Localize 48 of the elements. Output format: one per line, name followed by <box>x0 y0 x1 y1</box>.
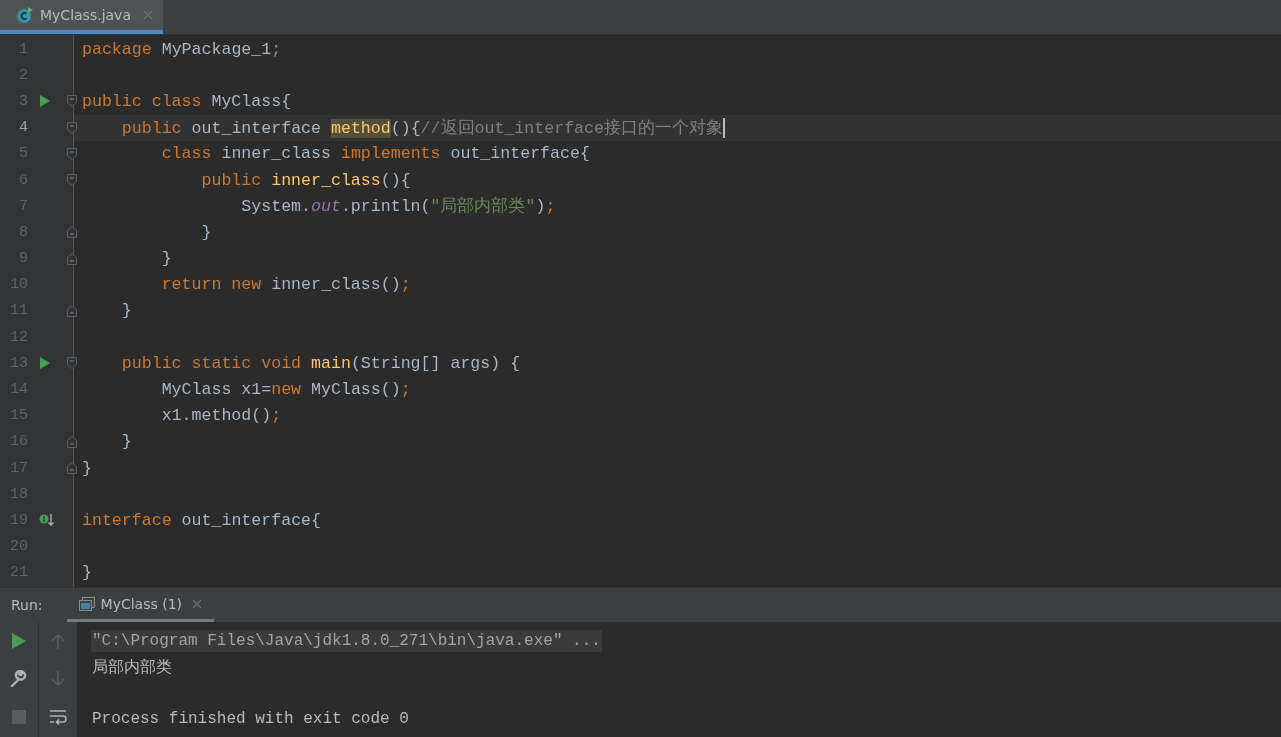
code-line: MyClass x1=new MyClass(); <box>160 380 411 400</box>
run-label: Run: <box>10 597 44 613</box>
fold-icon[interactable] <box>67 147 77 160</box>
line-number: 4 <box>18 119 28 137</box>
fold-icon[interactable] <box>67 226 77 239</box>
stop-icon <box>12 710 26 724</box>
code-line: } <box>160 249 172 269</box>
code-line: x1.method(); <box>160 406 282 426</box>
class-file-icon <box>16 6 34 24</box>
implemented-icon[interactable] <box>39 513 54 528</box>
play-icon <box>12 633 26 649</box>
fold-icon[interactable] <box>67 252 77 265</box>
code-line: interface out_interface{ <box>82 510 321 530</box>
fold-icon[interactable] <box>67 357 77 370</box>
code-line: public class MyClass{ <box>82 91 292 111</box>
console-icon <box>78 596 95 611</box>
console-output: Process finished with exit code 0 <box>91 709 410 730</box>
code-line: } <box>200 222 212 242</box>
close-icon[interactable] <box>192 598 203 609</box>
tab-label: MyClass (1) <box>100 595 183 612</box>
run-icon[interactable] <box>40 95 50 108</box>
fold-icon[interactable] <box>67 462 77 474</box>
console-output: 局部内部类 <box>91 657 173 679</box>
code-line: } <box>82 458 92 478</box>
code-line: } <box>120 301 132 321</box>
up-arrow-icon <box>51 633 65 649</box>
down-arrow-icon <box>51 671 65 687</box>
close-icon[interactable] <box>143 10 153 20</box>
fold-icon[interactable] <box>67 95 77 108</box>
tab-label: MyClass.java <box>40 7 131 23</box>
editor-tab[interactable]: MyClass.java <box>0 0 163 34</box>
code-line: public out_interface method(){//返回out_interface接口的一个对象 <box>120 117 725 139</box>
code-line: package MyPackage_1; <box>82 39 282 59</box>
console-command: "C:\Program Files\Java\jdk1.8.0_271\bin\java.exe" ... <box>91 630 602 652</box>
code-line: public inner_class(){ <box>200 170 411 190</box>
code-line: } <box>120 432 132 452</box>
run-icon[interactable] <box>40 357 50 370</box>
fold-icon[interactable] <box>67 435 77 448</box>
code-line: class inner_class implements out_interface{ <box>160 144 590 164</box>
code-line: } <box>82 563 92 583</box>
wrench-icon <box>10 670 28 688</box>
wrap-icon <box>49 709 67 725</box>
code-line: System.out.println("局部内部类"); <box>240 196 556 218</box>
code-line: return new inner_class(); <box>160 275 411 295</box>
code-line: public static void main(String[] args) { <box>120 353 521 373</box>
fold-icon[interactable] <box>67 121 77 134</box>
fold-icon[interactable] <box>67 304 77 317</box>
fold-icon[interactable] <box>67 173 77 186</box>
